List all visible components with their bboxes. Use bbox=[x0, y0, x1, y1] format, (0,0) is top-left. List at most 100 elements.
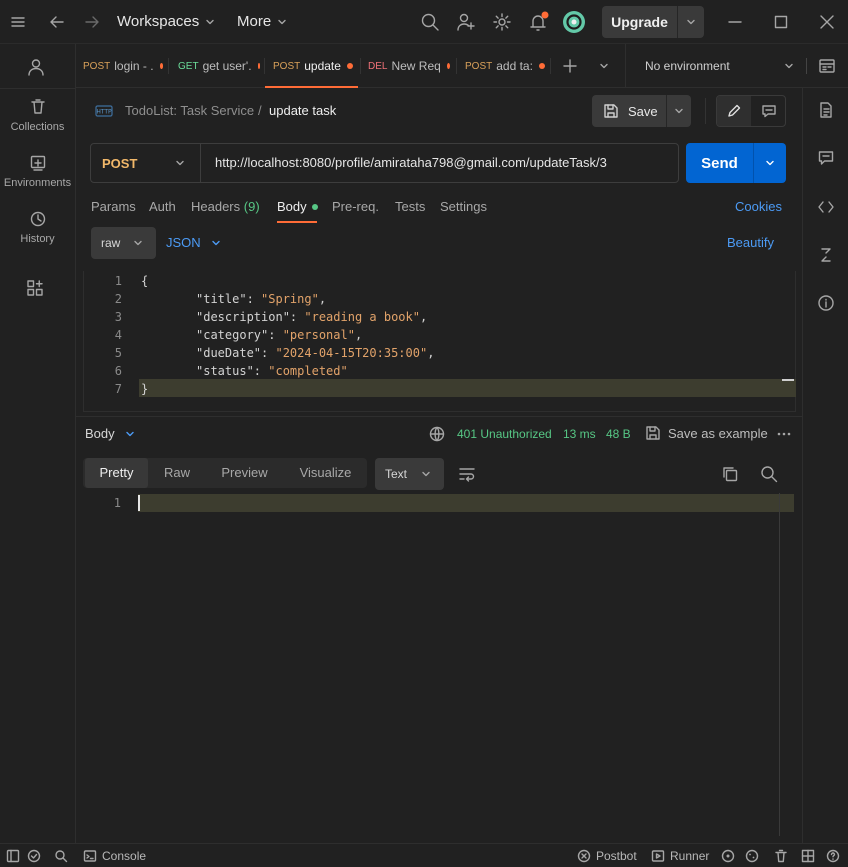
view-pretty[interactable]: Pretty bbox=[85, 458, 148, 488]
send-button[interactable]: Send bbox=[686, 143, 786, 183]
response-section-select[interactable]: Body bbox=[85, 426, 136, 441]
help-icon[interactable] bbox=[826, 844, 840, 867]
chevron-down-icon[interactable] bbox=[678, 16, 704, 28]
json-key: "title" bbox=[196, 292, 247, 306]
start-proxy-icon[interactable] bbox=[721, 844, 735, 867]
tab-auth[interactable]: Auth bbox=[149, 199, 176, 214]
search-response-icon[interactable] bbox=[760, 465, 778, 483]
request-tab[interactable]: DEL New Req bbox=[368, 44, 450, 88]
response-format-select[interactable]: Text bbox=[375, 458, 444, 490]
code-snippet-icon[interactable] bbox=[817, 198, 835, 216]
close-window-icon[interactable] bbox=[819, 14, 835, 30]
svg-text:HTTP: HTTP bbox=[96, 109, 112, 116]
view-raw[interactable]: Raw bbox=[150, 458, 204, 488]
request-tab[interactable]: GET get user'. bbox=[178, 44, 260, 88]
send-label: Send bbox=[701, 154, 738, 172]
add-workbench-icon[interactable] bbox=[26, 279, 44, 297]
tab-settings[interactable]: Settings bbox=[440, 199, 487, 214]
wrap-lines-icon[interactable] bbox=[458, 465, 476, 483]
online-status-icon[interactable] bbox=[27, 844, 41, 867]
settings-gear-icon[interactable] bbox=[492, 12, 512, 32]
json-key: "dueDate" bbox=[196, 346, 262, 360]
unsaved-dot-icon bbox=[538, 63, 545, 69]
save-as-example-button[interactable]: Save as example bbox=[645, 425, 768, 441]
environment-selector[interactable]: No environment bbox=[645, 59, 730, 73]
tab-tests[interactable]: Tests bbox=[395, 199, 425, 214]
response-body-viewer[interactable]: 1 bbox=[83, 493, 796, 836]
unsaved-dot-icon bbox=[257, 63, 260, 69]
scrollbar-track[interactable] bbox=[779, 493, 780, 836]
postbot-button[interactable]: Postbot bbox=[577, 844, 637, 867]
chevron-down-icon[interactable] bbox=[673, 105, 685, 117]
trash-icon[interactable] bbox=[774, 844, 788, 867]
runner-label: Runner bbox=[670, 849, 710, 863]
send-chevron-icon[interactable] bbox=[754, 157, 786, 169]
breadcrumb-collection[interactable]: TodoList: Task Service bbox=[125, 103, 254, 118]
minimize-window-icon[interactable] bbox=[727, 14, 743, 30]
chevron-down-icon bbox=[420, 468, 432, 480]
documentation-icon[interactable] bbox=[817, 101, 835, 119]
view-preview[interactable]: Preview bbox=[207, 458, 282, 488]
related-collections-icon[interactable] bbox=[817, 246, 835, 264]
response-status[interactable]: 401 Unauthorized bbox=[457, 427, 552, 441]
user-profile-icon[interactable] bbox=[26, 57, 46, 77]
http-request-icon: HTTP bbox=[95, 103, 113, 119]
json-value: "reading a book" bbox=[304, 310, 420, 324]
sidebar-toggle-icon[interactable] bbox=[6, 844, 20, 867]
sidebar-item-collections[interactable]: Collections bbox=[0, 98, 75, 133]
search-icon[interactable] bbox=[420, 12, 440, 32]
find-replace-icon[interactable] bbox=[54, 844, 68, 867]
info-icon[interactable] bbox=[817, 294, 835, 312]
view-visualize[interactable]: Visualize bbox=[287, 458, 364, 488]
environment-quicklook-icon[interactable] bbox=[818, 57, 836, 75]
save-divider bbox=[666, 95, 667, 127]
beautify-link[interactable]: Beautify bbox=[727, 235, 774, 250]
maximize-window-icon[interactable] bbox=[773, 14, 789, 30]
request-tab[interactable]: POST login - . bbox=[83, 44, 163, 88]
method-selector[interactable]: POST bbox=[91, 144, 201, 182]
more-options-icon[interactable] bbox=[776, 427, 792, 441]
cookies-icon[interactable] bbox=[745, 844, 759, 867]
body-format-select[interactable]: JSON bbox=[166, 235, 222, 250]
headers-count: (9) bbox=[243, 199, 260, 214]
environment-chevron-icon[interactable] bbox=[783, 60, 795, 72]
tab-headers[interactable]: Headers (9) bbox=[191, 199, 260, 214]
body-mode-select[interactable]: raw bbox=[91, 227, 156, 259]
copy-icon[interactable] bbox=[721, 465, 739, 483]
response-time[interactable]: 13 ms bbox=[563, 427, 596, 441]
invite-user-icon[interactable] bbox=[456, 12, 476, 32]
new-tab-plus-icon[interactable] bbox=[562, 58, 578, 74]
unsaved-dot-icon bbox=[159, 63, 163, 69]
runner-button[interactable]: Runner bbox=[651, 844, 709, 867]
request-tab-active[interactable]: POST update bbox=[273, 44, 353, 88]
console-button[interactable]: Console bbox=[83, 844, 146, 867]
tab-prereq[interactable]: Pre-req. bbox=[332, 199, 379, 214]
breadcrumb-request[interactable]: update task bbox=[269, 103, 336, 118]
notifications-bell-icon[interactable] bbox=[528, 11, 550, 33]
tab-divider bbox=[550, 58, 551, 74]
back-arrow-icon[interactable] bbox=[48, 13, 66, 31]
cookies-link[interactable]: Cookies bbox=[735, 199, 782, 214]
edit-pencil-icon[interactable] bbox=[717, 96, 751, 126]
tabs-overflow-chevron-icon[interactable] bbox=[598, 60, 610, 72]
upgrade-button[interactable]: Upgrade bbox=[602, 6, 704, 38]
request-tab[interactable]: POST add ta: bbox=[465, 44, 545, 88]
layout-grid-icon[interactable] bbox=[801, 844, 815, 867]
user-avatar-icon[interactable] bbox=[562, 10, 586, 34]
workspaces-menu[interactable]: Workspaces bbox=[117, 13, 216, 30]
pane-divider[interactable] bbox=[76, 416, 802, 417]
comment-icon[interactable] bbox=[752, 96, 786, 126]
save-button[interactable]: Save bbox=[592, 95, 691, 127]
tab-params[interactable]: Params bbox=[91, 199, 136, 214]
response-size[interactable]: 48 B bbox=[606, 427, 631, 441]
forward-arrow-icon[interactable] bbox=[83, 13, 101, 31]
globe-icon[interactable] bbox=[429, 426, 445, 442]
hamburger-menu-icon[interactable] bbox=[10, 14, 26, 30]
sidebar-item-environments[interactable]: Environments bbox=[0, 154, 75, 189]
url-input[interactable]: http://localhost:8080/profile/amirataha7… bbox=[215, 155, 607, 170]
sidebar-item-history[interactable]: History bbox=[0, 210, 75, 245]
tab-body[interactable]: Body bbox=[277, 199, 318, 214]
comments-icon[interactable] bbox=[817, 149, 835, 167]
request-body-editor[interactable]: 1 2 3 4 5 6 7 { "title": "Spring", "desc… bbox=[83, 271, 796, 412]
more-menu[interactable]: More bbox=[237, 13, 288, 30]
